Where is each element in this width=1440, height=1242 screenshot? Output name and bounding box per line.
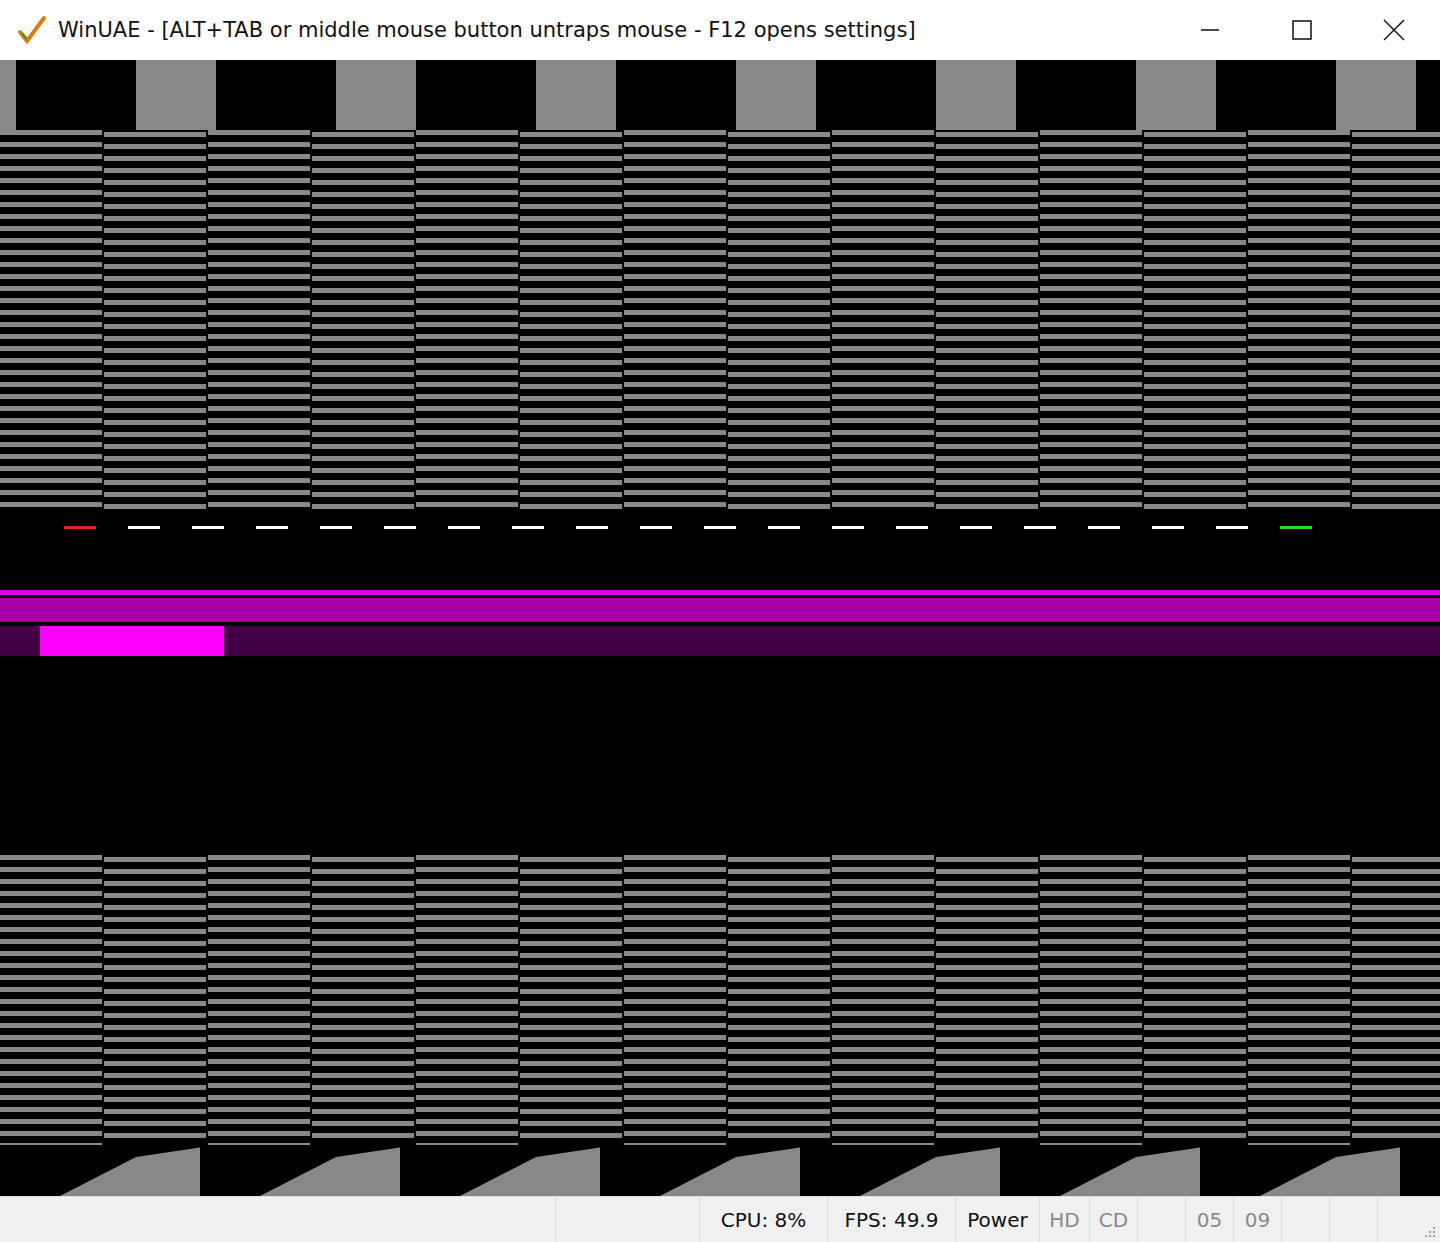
status-cell: CPU: 8%: [700, 1197, 828, 1242]
magenta-block: [40, 626, 224, 656]
marker: [320, 526, 352, 529]
emulator-display[interactable]: [0, 60, 1440, 1196]
status-cell: [1282, 1197, 1330, 1242]
status-cell: [1138, 1197, 1186, 1242]
marker-row: [0, 510, 1440, 590]
status-cell: HD: [1040, 1197, 1090, 1242]
status-bar: CPU: 8%FPS: 49.9PowerHDCD 0509: [0, 1196, 1440, 1242]
status-cell: Power: [956, 1197, 1040, 1242]
marker: [640, 526, 672, 529]
marker: [128, 526, 160, 529]
status-cell: FPS: 49.9: [828, 1197, 956, 1242]
winuae-window: WinUAE - [ALT+TAB or middle mouse button…: [0, 0, 1440, 1242]
status-cell: [1330, 1197, 1378, 1242]
title-bar: WinUAE - [ALT+TAB or middle mouse button…: [0, 0, 1440, 60]
window-title: WinUAE - [ALT+TAB or middle mouse button…: [58, 18, 1164, 42]
magenta-bar: [0, 598, 1440, 622]
purple-bar: [0, 626, 1440, 656]
marker: [1024, 526, 1056, 529]
top-checker-pattern: [0, 60, 1440, 130]
marker: [1216, 526, 1248, 529]
marker: [768, 526, 800, 529]
status-cell: [556, 1197, 700, 1242]
maximize-icon: [1292, 20, 1312, 40]
status-cell: 05: [1186, 1197, 1234, 1242]
marker: [384, 526, 416, 529]
status-cell: 09: [1234, 1197, 1282, 1242]
marker: [1280, 526, 1312, 529]
close-icon: [1383, 19, 1405, 41]
bottom-checker-pattern: [0, 1145, 1440, 1196]
marker: [512, 526, 544, 529]
marker: [704, 526, 736, 529]
status-cell: [0, 1197, 556, 1242]
magenta-line: [0, 590, 1440, 595]
marker: [1088, 526, 1120, 529]
marker: [960, 526, 992, 529]
marker: [576, 526, 608, 529]
minimize-button[interactable]: [1164, 0, 1256, 60]
winuae-logo-icon: [16, 14, 48, 46]
status-cell: CD: [1090, 1197, 1138, 1242]
resize-grip-icon[interactable]: [1422, 1224, 1436, 1238]
marker: [1152, 526, 1184, 529]
marker: [448, 526, 480, 529]
minimize-icon: [1200, 20, 1220, 40]
maximize-button[interactable]: [1256, 0, 1348, 60]
close-button[interactable]: [1348, 0, 1440, 60]
marker: [256, 526, 288, 529]
marker: [896, 526, 928, 529]
marker: [832, 526, 864, 529]
marker: [192, 526, 224, 529]
stripe-pattern: [0, 130, 1440, 510]
marker: [64, 526, 96, 529]
stripe-pattern: [0, 855, 1440, 1145]
